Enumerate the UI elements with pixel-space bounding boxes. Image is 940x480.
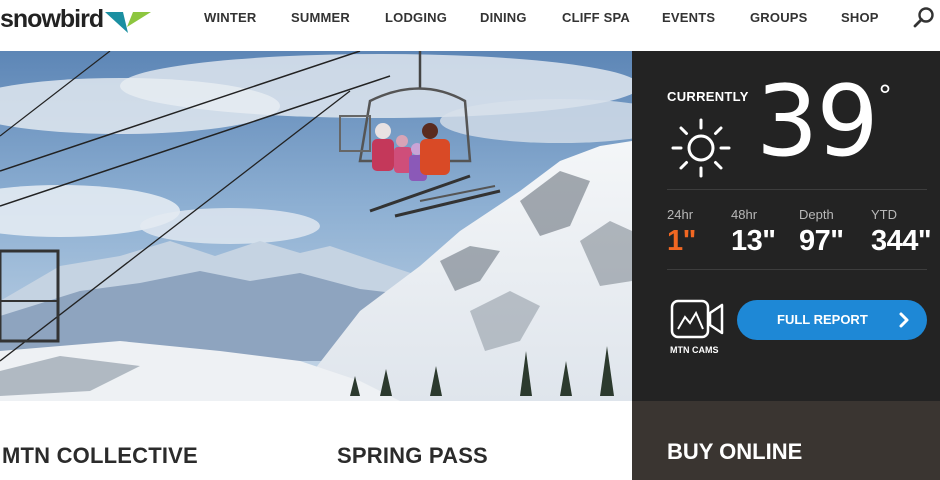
chevron-right-icon [899, 312, 909, 328]
full-report-label: FULL REPORT [777, 312, 868, 327]
mtn-cams-label[interactable]: MTN CAMS [670, 345, 719, 355]
nav-item-lodging[interactable]: LODGING [385, 10, 447, 25]
site-header: snowbird WINTER SUMMER LODGING DINING CL… [0, 0, 940, 51]
promo-row: MTN COLLECTIVE SPRING PASS [0, 401, 632, 480]
nav-item-shop[interactable]: SHOP [841, 10, 879, 25]
currently-label: CURRENTLY [667, 89, 749, 104]
stat-label: Depth [799, 207, 834, 222]
degree-symbol: ° [878, 79, 892, 112]
nav-item-summer[interactable]: SUMMER [291, 10, 350, 25]
search-icon[interactable] [912, 6, 936, 30]
buy-online-title: BUY ONLINE [667, 439, 803, 464]
stat-value: 13" [731, 225, 776, 257]
stat-label: 24hr [667, 207, 694, 222]
nav-item-winter[interactable]: WINTER [204, 10, 256, 25]
stat-value: 1" [667, 225, 696, 257]
stat-label: YTD [871, 207, 897, 222]
promo-mtn-collective[interactable]: MTN COLLECTIVE [2, 443, 198, 469]
buy-online-panel[interactable]: BUY ONLINE [632, 401, 940, 480]
hero-image [0, 51, 632, 401]
nav-item-groups[interactable]: GROUPS [750, 10, 808, 25]
bird-logo-icon [105, 12, 152, 33]
stat-48hr: 48hr 13" [731, 207, 776, 258]
full-report-button[interactable]: FULL REPORT [737, 300, 927, 340]
divider [667, 269, 927, 270]
nav-item-dining[interactable]: DINING [480, 10, 527, 25]
nav-item-events[interactable]: EVENTS [662, 10, 715, 25]
stat-value: 97" [799, 225, 844, 257]
stat-value: 344" [871, 225, 932, 257]
stat-depth: Depth 97" [799, 207, 844, 258]
logo-wordmark: snowbird [0, 4, 104, 33]
sun-icon [671, 118, 731, 178]
stat-ytd: YTD 344" [871, 207, 932, 258]
camera-icon[interactable] [670, 299, 724, 339]
nav-item-cliff-spa[interactable]: CLIFF SPA [562, 10, 630, 25]
stat-label: 48hr [731, 207, 758, 222]
stat-24hr: 24hr 1" [667, 207, 696, 258]
weather-panel: CURRENTLY 39 ° 24hr 1" 48hr 13" Depth 97… [632, 51, 940, 401]
current-temperature: 39 [756, 65, 879, 179]
chairlift-photo [0, 51, 632, 401]
divider [667, 189, 927, 190]
snowbird-logo[interactable]: snowbird [0, 2, 152, 36]
promo-spring-pass[interactable]: SPRING PASS [337, 443, 488, 469]
